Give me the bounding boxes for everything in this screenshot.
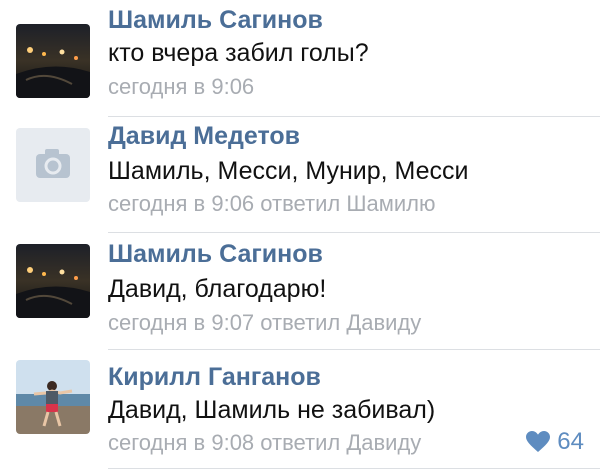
like-button[interactable]: 64 xyxy=(525,428,584,456)
comment-text: Шамиль, Месси, Мунир, Месси xyxy=(108,157,469,185)
comment-item: Шамиль Сагинов Давид, благодарю! сегодня… xyxy=(0,234,600,350)
comment-meta: сегодня в 9:06 ответил Шамилю xyxy=(108,191,436,216)
comment-author[interactable]: Шамиль Сагинов xyxy=(108,5,323,35)
night-road-photo-icon xyxy=(16,24,90,98)
avatar[interactable] xyxy=(16,128,90,202)
avatar[interactable] xyxy=(16,244,90,318)
avatar[interactable] xyxy=(16,24,90,98)
comment-item: Кирилл Ганганов Давид, Шамиль не забивал… xyxy=(0,350,600,470)
comment-meta: сегодня в 9:06 xyxy=(108,74,255,99)
comment-text: Давид, Шамиль не забивал) xyxy=(108,396,436,424)
comment-text: Давид, благодарю! xyxy=(108,275,327,303)
comment-meta: сегодня в 9:07 ответил Давиду xyxy=(108,310,422,335)
camera-icon xyxy=(36,149,70,178)
heart-icon xyxy=(526,431,551,452)
comment-author[interactable]: Давид Медетов xyxy=(108,121,300,151)
comment-text: кто вчера забил голы? xyxy=(108,39,369,67)
beach-person-photo-icon xyxy=(16,360,90,434)
divider xyxy=(108,232,600,233)
divider xyxy=(108,116,600,117)
comment-item: Шамиль Сагинов кто вчера забил голы? сег… xyxy=(0,0,600,118)
comment-item: Давид Медетов Шамиль, Месси, Мунир, Месс… xyxy=(0,118,600,234)
comment-author[interactable]: Шамиль Сагинов xyxy=(108,239,323,269)
comment-author[interactable]: Кирилл Ганганов xyxy=(108,362,321,392)
comment-meta: сегодня в 9:08 ответил Давиду xyxy=(108,430,422,455)
night-road-photo-icon xyxy=(16,244,90,318)
like-count: 64 xyxy=(557,428,584,455)
divider xyxy=(108,468,600,469)
avatar[interactable] xyxy=(16,360,90,434)
